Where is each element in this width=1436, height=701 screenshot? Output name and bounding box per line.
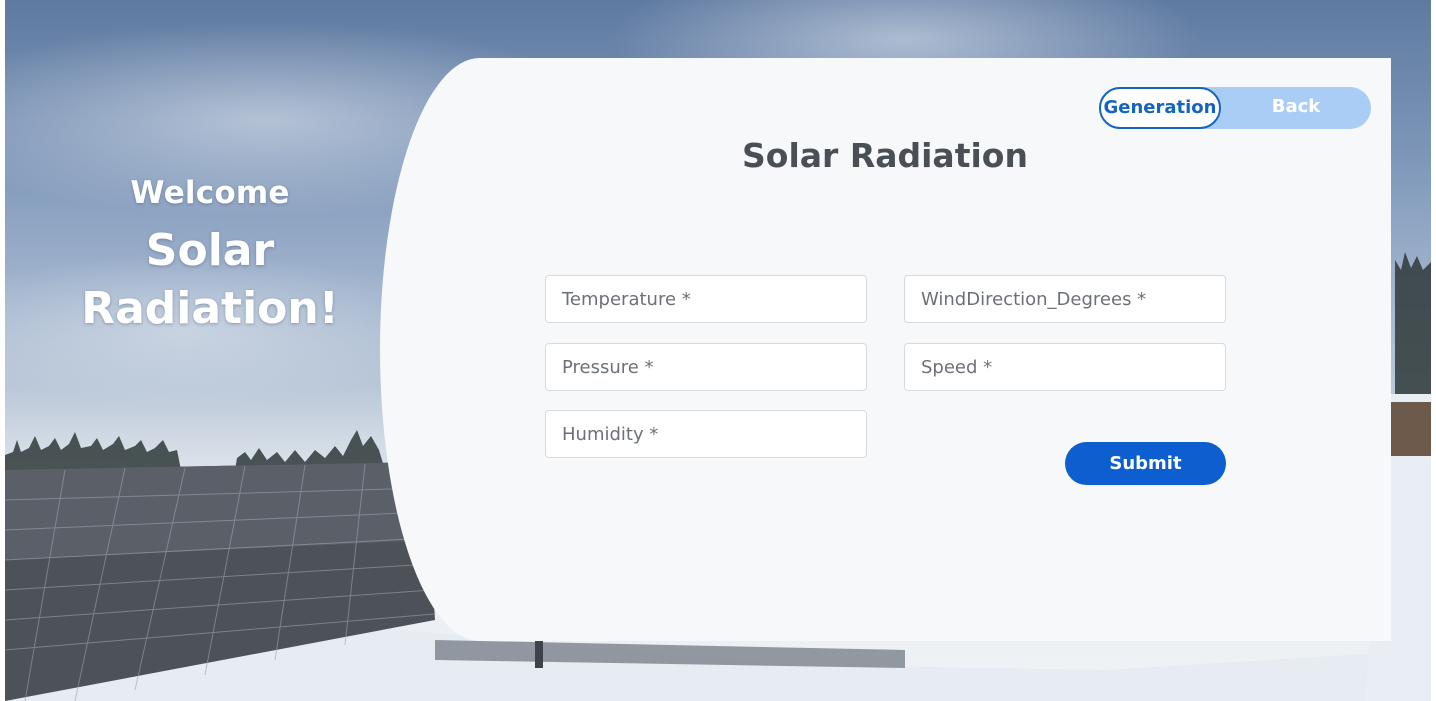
generation-toggle-button[interactable]: Generation [1099, 87, 1221, 129]
speed-input[interactable] [904, 343, 1226, 391]
submit-button[interactable]: Submit [1065, 442, 1226, 485]
back-toggle-button[interactable]: Back [1221, 87, 1371, 129]
mode-toggle: Generation Back [1099, 87, 1371, 129]
pressure-input[interactable] [545, 343, 867, 391]
wind-direction-input[interactable] [904, 275, 1226, 323]
welcome-hero: Welcome Solar Radiation! [40, 170, 380, 338]
humidity-input[interactable] [545, 410, 867, 458]
hero-title-line-1: Solar [145, 225, 275, 276]
temperature-input[interactable] [545, 275, 867, 323]
welcome-text: Welcome [130, 175, 290, 211]
form-card: Generation Back Solar Radiation Submit [380, 58, 1391, 641]
page-title: Solar Radiation [742, 136, 1028, 175]
hero-title-line-2: Radiation! [81, 283, 339, 334]
